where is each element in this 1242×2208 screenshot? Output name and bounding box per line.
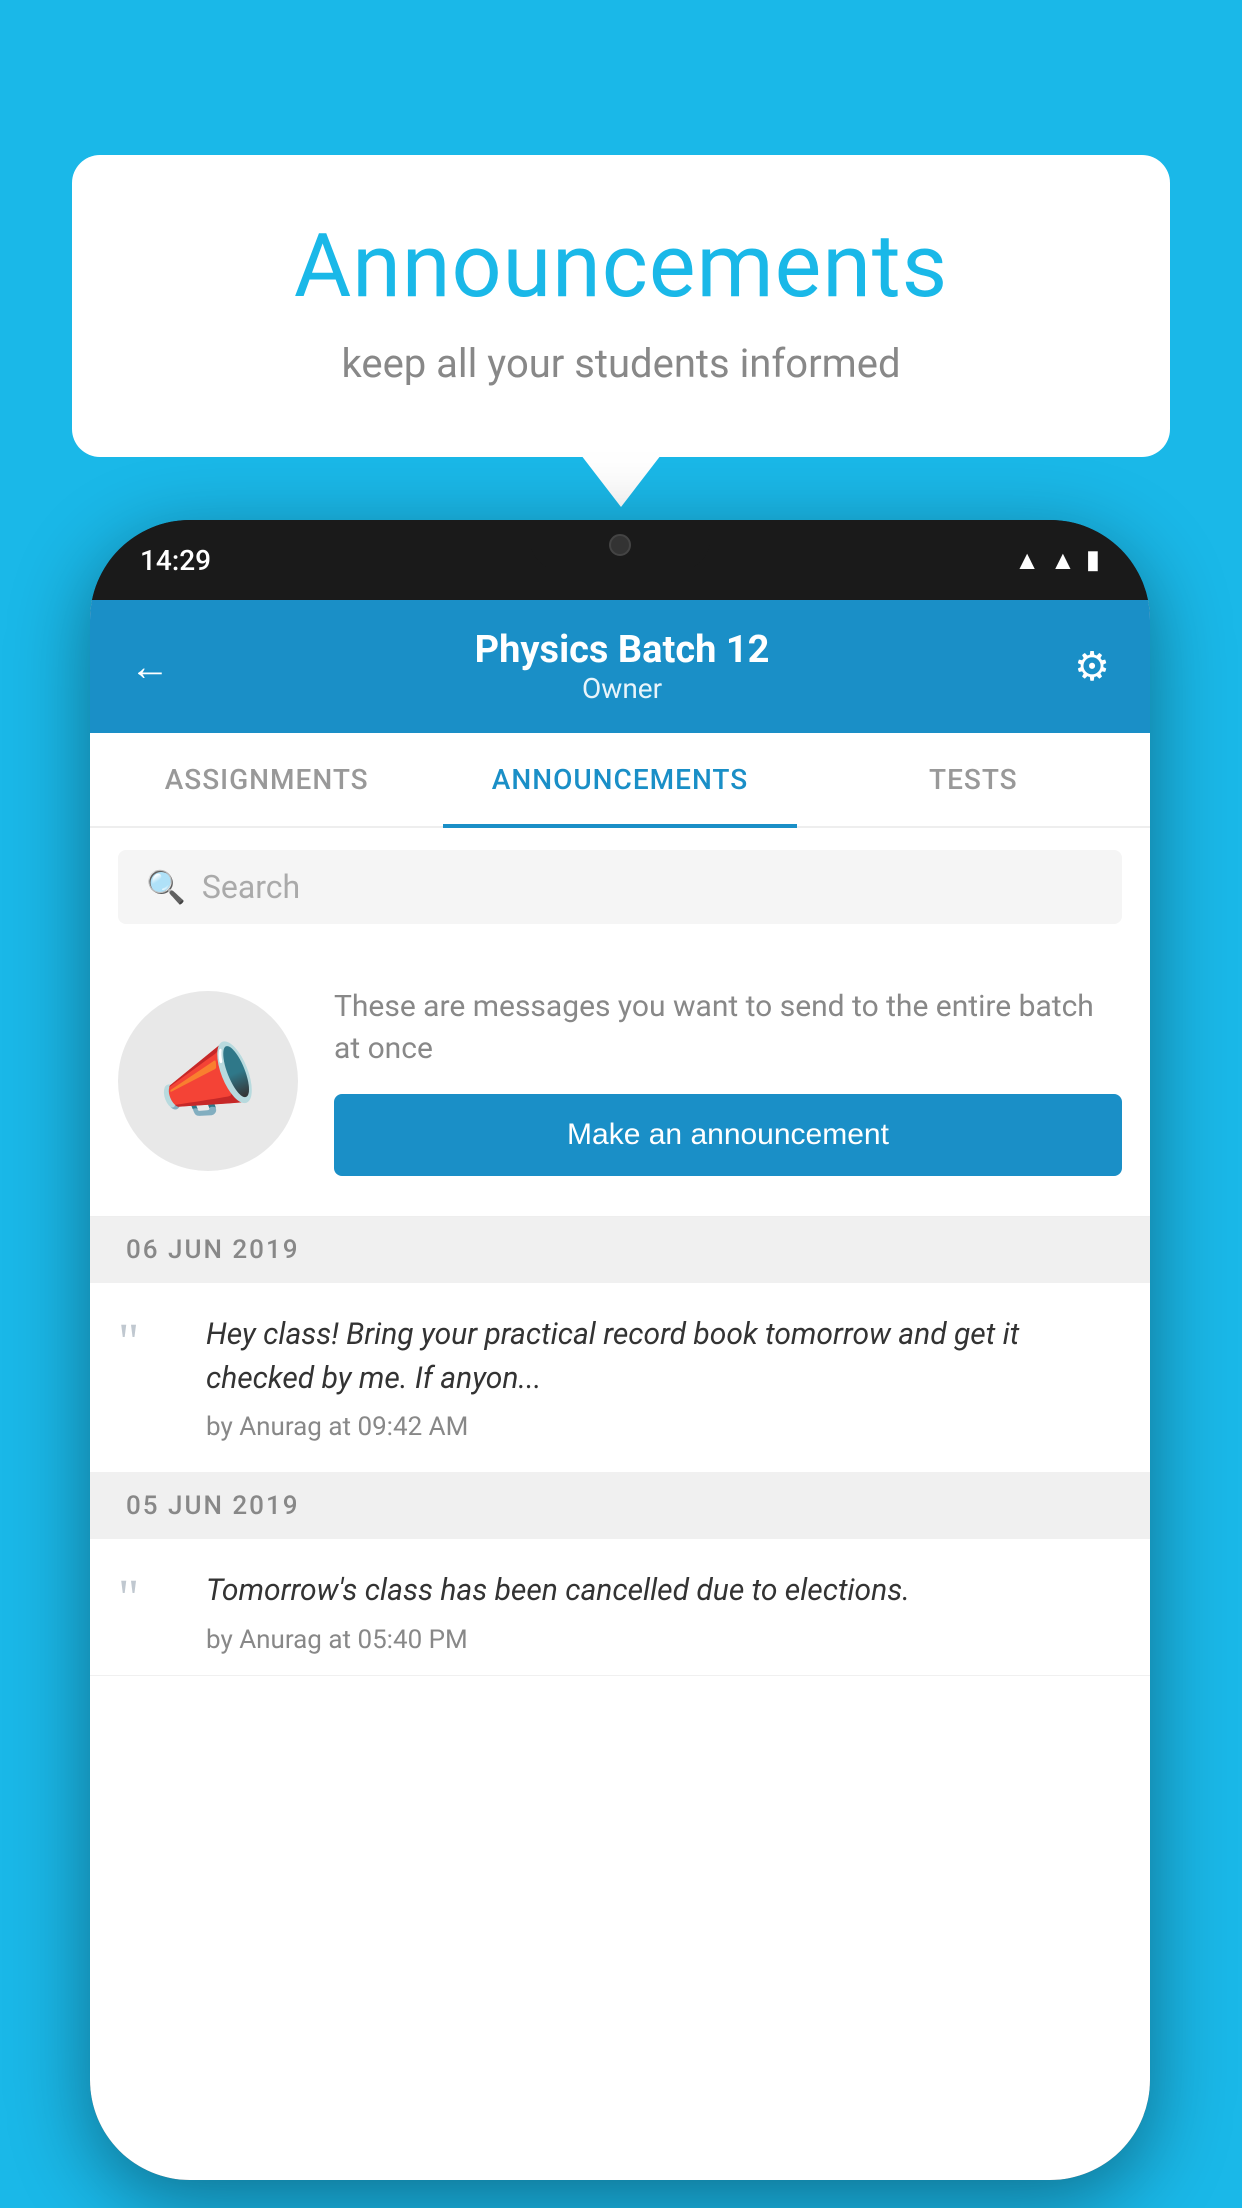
back-button[interactable]: ← xyxy=(130,643,170,690)
status-bar: 14:29 ▲ ▲ ▮ xyxy=(90,520,1150,600)
bubble-title: Announcements xyxy=(152,215,1090,318)
announcement-meta-1: by Anurag at 09:42 AM xyxy=(206,1412,1122,1442)
date-label-2: 05 JUN 2019 xyxy=(126,1491,300,1521)
speech-bubble: Announcements keep all your students inf… xyxy=(72,155,1170,457)
speech-bubble-wrapper: Announcements keep all your students inf… xyxy=(72,155,1170,457)
date-label-1: 06 JUN 2019 xyxy=(126,1235,300,1265)
search-icon: 🔍 xyxy=(146,868,186,906)
tab-announcements[interactable]: ANNOUNCEMENTS xyxy=(443,733,796,826)
announcement-item-1[interactable]: " Hey class! Bring your practical record… xyxy=(90,1283,1150,1473)
batch-title: Physics Batch 12 xyxy=(475,628,770,672)
date-separator-1: 06 JUN 2019 xyxy=(90,1217,1150,1283)
announcement-content-1: Hey class! Bring your practical record b… xyxy=(206,1313,1122,1442)
settings-icon[interactable]: ⚙ xyxy=(1074,643,1110,690)
prompt-right: These are messages you want to send to t… xyxy=(334,986,1122,1176)
notch xyxy=(530,520,710,570)
app-screen: ← Physics Batch 12 Owner ⚙ ASSIGNMENTS A… xyxy=(90,600,1150,2180)
prompt-description: These are messages you want to send to t… xyxy=(334,986,1122,1070)
tab-tests[interactable]: TESTS xyxy=(797,733,1150,826)
battery-icon: ▮ xyxy=(1086,545,1100,575)
announcement-text-2: Tomorrow's class has been cancelled due … xyxy=(206,1569,1122,1613)
camera-dot xyxy=(609,534,631,556)
announcement-content-2: Tomorrow's class has been cancelled due … xyxy=(206,1569,1122,1655)
search-container: 🔍 Search xyxy=(90,828,1150,946)
wifi-icon: ▲ xyxy=(1014,545,1040,576)
tabs-bar: ASSIGNMENTS ANNOUNCEMENTS TESTS xyxy=(90,733,1150,828)
search-bar[interactable]: 🔍 Search xyxy=(118,850,1122,924)
app-header: ← Physics Batch 12 Owner ⚙ xyxy=(90,600,1150,733)
megaphone-circle: 📣 xyxy=(118,991,298,1171)
announcement-meta-2: by Anurag at 05:40 PM xyxy=(206,1625,1122,1655)
search-placeholder: Search xyxy=(202,868,300,906)
date-separator-2: 05 JUN 2019 xyxy=(90,1473,1150,1539)
bubble-subtitle: keep all your students informed xyxy=(152,340,1090,387)
megaphone-icon: 📣 xyxy=(158,1034,258,1128)
tab-assignments[interactable]: ASSIGNMENTS xyxy=(90,733,443,826)
announcement-item-2[interactable]: " Tomorrow's class has been cancelled du… xyxy=(90,1539,1150,1676)
quote-icon-2: " xyxy=(118,1569,178,1625)
status-icons: ▲ ▲ ▮ xyxy=(1014,545,1100,576)
make-announcement-button[interactable]: Make an announcement xyxy=(334,1094,1122,1176)
header-center: Physics Batch 12 Owner xyxy=(475,628,770,705)
announcement-prompt: 📣 These are messages you want to send to… xyxy=(90,946,1150,1217)
batch-role: Owner xyxy=(475,672,770,705)
signal-icon: ▲ xyxy=(1050,545,1076,576)
announcement-text-1: Hey class! Bring your practical record b… xyxy=(206,1313,1122,1400)
quote-icon-1: " xyxy=(118,1313,178,1369)
phone-frame: 14:29 ▲ ▲ ▮ ← Physics Batch 12 Owner ⚙ A… xyxy=(90,520,1150,2180)
status-time: 14:29 xyxy=(140,544,211,577)
